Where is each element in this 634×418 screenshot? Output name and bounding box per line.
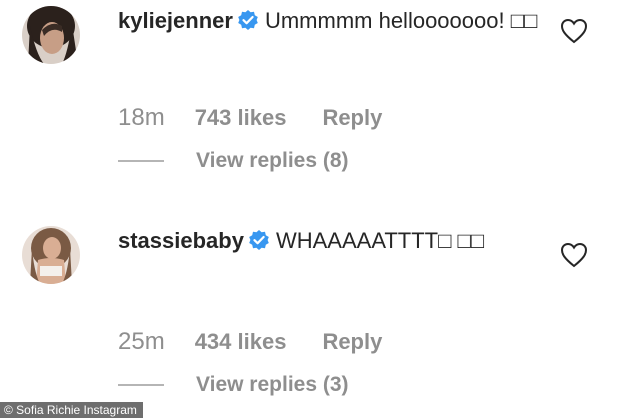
- divider: [118, 384, 164, 387]
- heart-icon[interactable]: [560, 242, 588, 268]
- view-replies-label: View replies (8): [196, 149, 349, 172]
- comment-text: WHAAAAATTTT□ □□: [275, 228, 485, 253]
- heart-icon[interactable]: [560, 18, 588, 44]
- comment-time[interactable]: 18m: [118, 104, 165, 132]
- view-replies-label: View replies (3): [196, 373, 349, 396]
- comment-meta: 18m 743 likes Reply: [118, 104, 382, 132]
- comment-text: Ummmmm hellooooooo! □□: [264, 8, 538, 33]
- divider: [118, 160, 164, 163]
- likes-count[interactable]: 434 likes: [195, 329, 287, 355]
- reply-button[interactable]: Reply: [322, 105, 382, 131]
- comment-body: stassiebaby WHAAAAATTTT□ □□: [118, 224, 538, 261]
- verified-badge-icon: [237, 7, 259, 41]
- likes-count[interactable]: 743 likes: [195, 105, 287, 131]
- comment-body: kyliejenner Ummmmm hellooooooo! □□: [118, 4, 538, 41]
- comment-meta: 25m 434 likes Reply: [118, 328, 382, 356]
- comment-username[interactable]: stassiebaby: [118, 228, 244, 253]
- comment-username[interactable]: kyliejenner: [118, 8, 233, 33]
- photo-credit: © Sofia Richie Instagram: [0, 402, 143, 418]
- comment-time[interactable]: 25m: [118, 328, 165, 356]
- verified-badge-icon: [248, 227, 270, 261]
- reply-button[interactable]: Reply: [322, 329, 382, 355]
- view-replies-button[interactable]: View replies (8): [118, 149, 349, 173]
- view-replies-button[interactable]: View replies (3): [118, 373, 349, 397]
- avatar[interactable]: [22, 226, 80, 284]
- avatar[interactable]: [22, 6, 80, 64]
